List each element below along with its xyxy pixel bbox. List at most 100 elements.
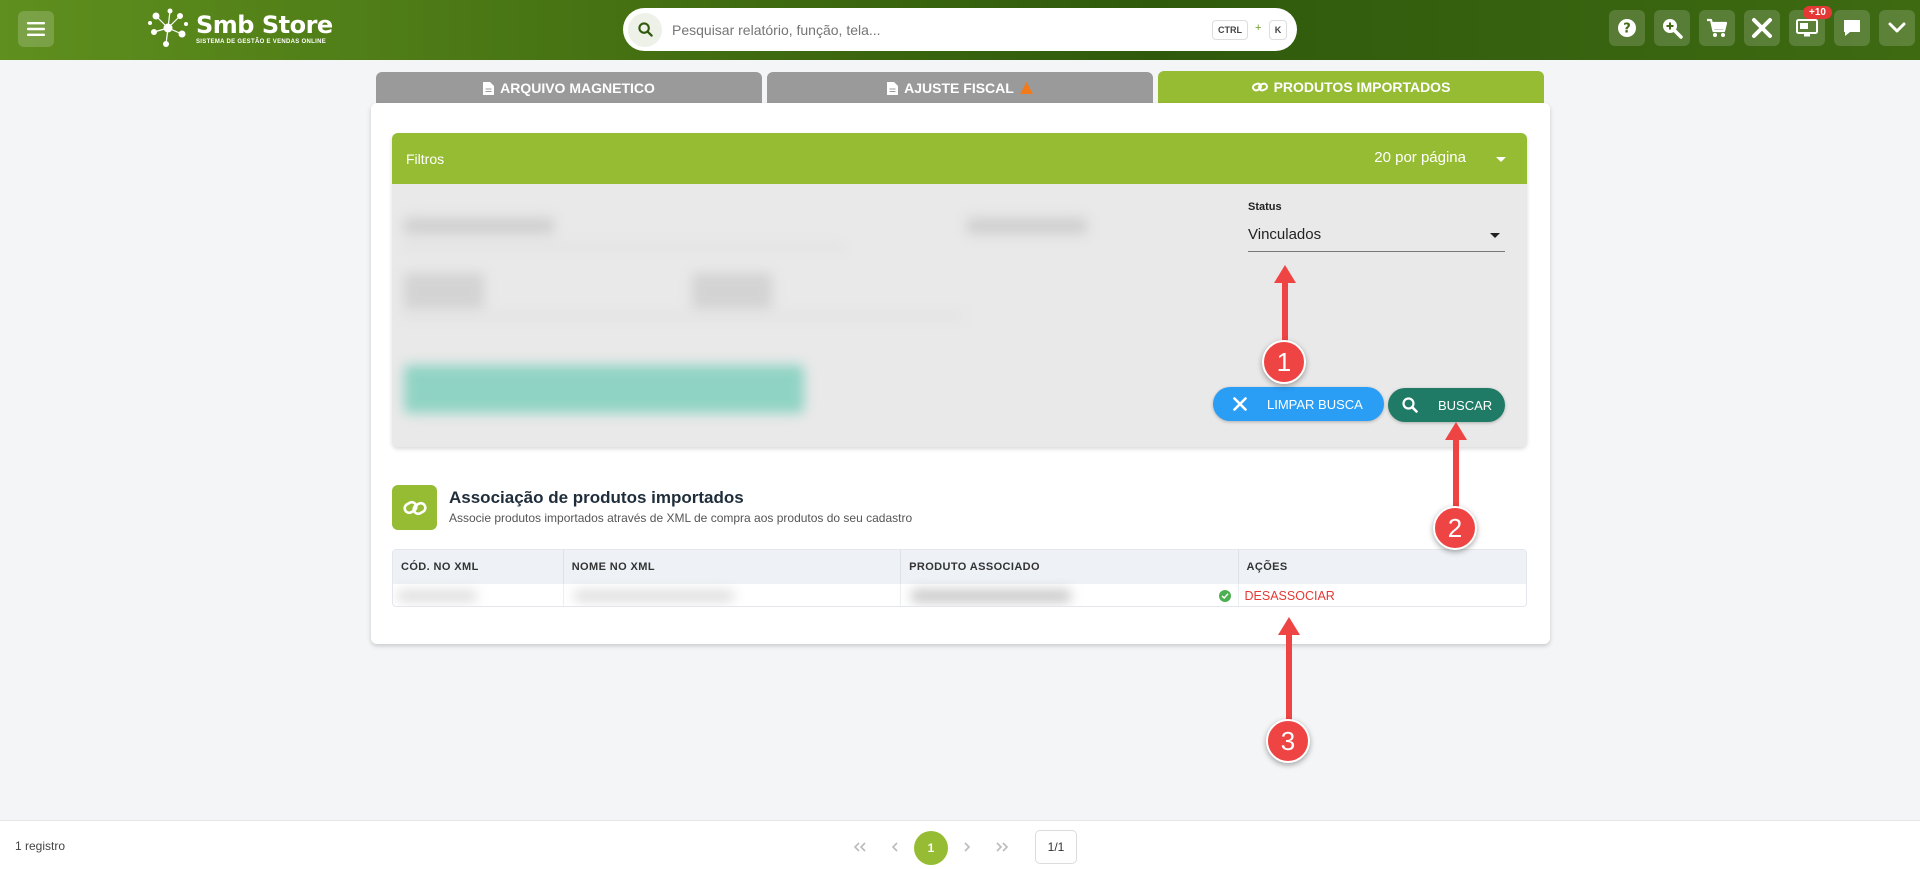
column-header: NOME NO XML [564, 550, 902, 584]
status-underline [1248, 251, 1505, 252]
cart-icon [1707, 18, 1728, 37]
redacted-value [397, 591, 477, 601]
chat-button[interactable] [1834, 10, 1870, 46]
document-icon [887, 81, 899, 95]
search-button-label: BUSCAR [1438, 397, 1493, 413]
status-select[interactable]: Vinculados [1248, 226, 1321, 243]
xml-name-cell [564, 584, 902, 606]
record-count: 1 registro [15, 839, 66, 853]
monitor-button[interactable]: +10 [1789, 6, 1832, 46]
annotation-arrow [1282, 281, 1288, 341]
warning-icon [1019, 82, 1033, 94]
tools-icon [1752, 18, 1772, 38]
section-subtitle: Associe produtos importados através de X… [449, 511, 913, 525]
redacted-buttons [404, 365, 804, 413]
search-button[interactable]: BUSCAR [1388, 388, 1505, 422]
monitor-icon [1796, 19, 1818, 37]
filters-panel: Filtros 20 por página Status Vinculados … [392, 133, 1527, 447]
prev-page-button[interactable] [881, 833, 909, 861]
footer-bar: 1 registro 1 1/1 [0, 820, 1920, 869]
status-label: Status [1248, 201, 1282, 213]
clear-search-button[interactable]: LIMPAR BUSCA [1213, 387, 1384, 421]
column-header: CÓD. NO XML [393, 550, 564, 584]
tab-arquivo-magnetico[interactable]: ARQUIVO MAGNETICO [376, 72, 762, 104]
shortcut-plus: + [1255, 22, 1262, 34]
tab-label: ARQUIVO MAGNETICO [500, 80, 655, 96]
section-title: Associação de produtos importados [449, 488, 744, 507]
tab-label: AJUSTE FISCAL [904, 80, 1014, 96]
chevron-down-icon[interactable] [1496, 157, 1506, 162]
redacted-value [573, 591, 734, 601]
chevron-down-icon[interactable] [1490, 233, 1500, 238]
search-icon[interactable] [628, 12, 662, 47]
next-page-button[interactable] [953, 833, 981, 861]
link-icon [1251, 82, 1268, 92]
unlink-button[interactable]: DESASSOCIAR [1239, 584, 1526, 606]
check-circle-icon [1218, 590, 1231, 602]
cart-button[interactable] [1699, 10, 1735, 46]
help-icon: ? [1618, 19, 1636, 37]
last-page-button[interactable] [988, 833, 1016, 861]
linked-product-cell [901, 584, 1239, 606]
per-page-select[interactable]: 20 por página [1374, 149, 1466, 166]
chevron-left-icon [891, 842, 898, 852]
chevron-down-icon [1888, 22, 1906, 33]
section-icon [392, 485, 437, 530]
first-page-button[interactable] [846, 833, 874, 861]
tab-produtos-importados[interactable]: PRODUTOS IMPORTADOS [1158, 71, 1544, 103]
main-card: Filtros 20 por página Status Vinculados … [371, 103, 1550, 644]
redacted-value [911, 590, 1072, 602]
menu-button[interactable] [18, 11, 54, 47]
redacted-field [967, 218, 1087, 234]
help-button[interactable]: ? [1609, 10, 1645, 46]
annotation-arrow [1286, 633, 1292, 723]
hamburger-icon [27, 22, 45, 36]
brand-logo[interactable]: Smb Store SISTEMA DE GESTÃO E VENDAS ONL… [146, 6, 333, 50]
document-icon [483, 81, 495, 95]
annotation-marker-1: 1 [1262, 340, 1306, 384]
actions-cell: DESASSOCIAR [1239, 584, 1526, 606]
annotation-arrow [1453, 438, 1459, 508]
close-icon [1233, 397, 1247, 411]
user-menu-button[interactable] [1879, 10, 1915, 46]
zoom-in-icon [1663, 19, 1683, 39]
table-row: DESASSOCIAR [393, 584, 1526, 606]
brand-tagline: SISTEMA DE GESTÃO E VENDAS ONLINE [196, 38, 327, 45]
tab-label: PRODUTOS IMPORTADOS [1273, 79, 1451, 95]
shortcut-ctrl-key: CTRL [1212, 20, 1248, 40]
network-logo-icon [148, 8, 188, 47]
notification-badge: +10 [1803, 6, 1832, 19]
tab-ajuste-fiscal[interactable]: AJUSTE FISCAL [767, 72, 1153, 104]
double-chevron-right-icon [996, 842, 1009, 852]
current-page[interactable]: 1 [914, 831, 948, 865]
link-icon [402, 500, 427, 515]
clear-search-label: LIMPAR BUSCA [1267, 396, 1363, 412]
double-chevron-left-icon [853, 842, 866, 852]
tools-button[interactable] [1744, 10, 1780, 46]
chevron-right-icon [964, 842, 971, 852]
zoom-button[interactable] [1654, 10, 1690, 46]
top-bar: Smb Store SISTEMA DE GESTÃO E VENDAS ONL… [0, 0, 1920, 60]
search-icon [1402, 397, 1418, 413]
svg-text:?: ? [1623, 22, 1631, 37]
redacted-field [404, 273, 484, 309]
redacted-field [404, 246, 844, 248]
table-header: CÓD. NO XML NOME NO XML PRODUTO ASSOCIAD… [393, 550, 1526, 584]
redacted-field [692, 273, 772, 309]
xml-code-cell [393, 584, 564, 606]
redacted-field [404, 315, 964, 317]
chat-icon [1844, 20, 1860, 36]
brand-name: Smb Store [196, 10, 333, 39]
column-header: PRODUTO ASSOCIADO [901, 550, 1239, 584]
global-search[interactable]: CTRL + K [623, 8, 1297, 51]
search-input[interactable] [672, 21, 1172, 38]
shortcut-k-key: K [1269, 20, 1287, 40]
filters-header[interactable]: Filtros 20 por página [392, 133, 1527, 184]
redacted-field [404, 218, 554, 234]
products-table: CÓD. NO XML NOME NO XML PRODUTO ASSOCIAD… [392, 549, 1527, 607]
column-header: AÇÕES [1246, 561, 1288, 573]
annotation-marker-2: 2 [1433, 506, 1477, 550]
annotation-marker-3: 3 [1266, 719, 1310, 763]
page-total: 1/1 [1035, 830, 1077, 864]
filters-title: Filtros [406, 150, 445, 167]
